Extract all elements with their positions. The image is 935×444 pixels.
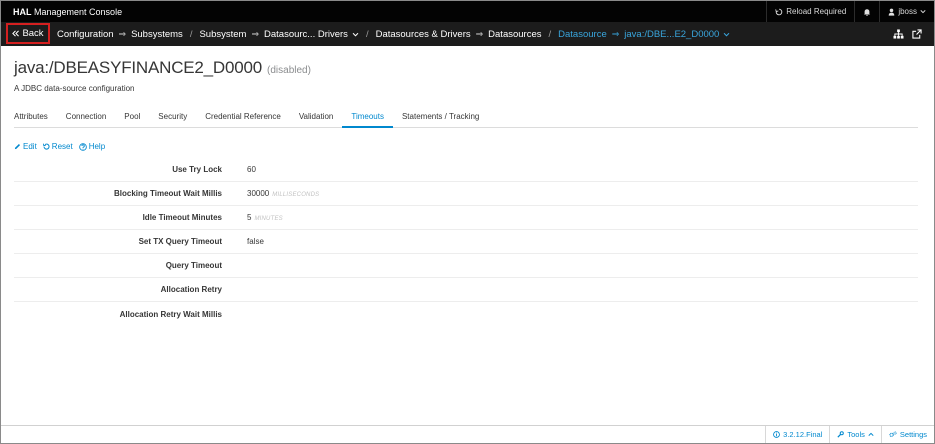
tab-bar: Attributes Connection Pool Security Cred… (14, 106, 918, 128)
attribute-label: Query Timeout (165, 261, 222, 270)
attribute-label: Allocation Retry Wait Millis (119, 309, 222, 319)
crumb-datasource[interactable]: Datasource (558, 29, 607, 40)
attribute-value: 60 (247, 165, 256, 174)
user-menu[interactable]: jboss (879, 1, 934, 22)
cogs-icon (889, 431, 897, 438)
crumb-subsystems[interactable]: Subsystems (131, 29, 183, 40)
help-label: Help (88, 142, 106, 151)
chevron-down-icon (723, 32, 730, 37)
masthead: HAL Management Console Reload Required j… (1, 1, 934, 22)
reset-label: Reset (51, 142, 73, 151)
tools-label: Tools (847, 430, 865, 439)
crumb-current-datasource: java:/DBE...E2_D0000 (624, 28, 720, 40)
crumb-datasources-drivers-short: Datasourc... Drivers (264, 28, 348, 40)
external-link-icon[interactable] (912, 29, 922, 39)
tab-timeouts[interactable]: Timeouts (342, 106, 393, 128)
tab-connection[interactable]: Connection (57, 106, 115, 127)
back-label: Back (22, 28, 44, 39)
attribute-value: 5 (247, 213, 252, 222)
double-chevron-left-icon (12, 30, 20, 37)
crumb-datasources[interactable]: Datasources (488, 29, 541, 40)
crumb-datasources-drivers-dropdown[interactable]: Datasourc... Drivers (264, 29, 359, 40)
user-icon (888, 8, 895, 16)
tab-statements-tracking[interactable]: Statements / Tracking (393, 106, 488, 127)
wrench-icon (837, 431, 845, 438)
arrow-right-icon: ⇒ (251, 28, 259, 39)
arrow-right-icon: ⇒ (475, 28, 484, 39)
tab-pool[interactable]: Pool (115, 106, 149, 127)
bell-icon (863, 8, 871, 16)
chevron-up-icon (868, 432, 874, 437)
attribute-row: Allocation Retry (14, 278, 918, 302)
edit-label: Edit (23, 142, 37, 151)
attribute-row: Blocking Timeout Wait Millis 30000 MILLI… (14, 182, 918, 206)
breadcrumb-separator: / (365, 28, 369, 40)
version-label: 3.2.12.Final (783, 430, 823, 439)
attribute-row: Allocation Retry Wait Millis (14, 302, 918, 326)
tab-security[interactable]: Security (149, 106, 196, 127)
breadcrumb-separator: / (548, 28, 552, 40)
attribute-value: 30000 (247, 189, 270, 198)
attribute-unit: MILLISECONDS (272, 192, 320, 198)
page-description: A JDBC data-source configuration (14, 84, 135, 93)
version-link[interactable]: 3.2.12.Final (765, 426, 829, 443)
brand-rest: Management Console (34, 6, 123, 17)
attribute-row: Query Timeout (14, 254, 918, 278)
footer: 3.2.12.Final Tools Settings (1, 425, 934, 443)
user-label: jboss (898, 7, 917, 16)
crumb-datasources-drivers[interactable]: Datasources & Drivers (376, 29, 471, 40)
breadcrumb-separator: / (189, 28, 193, 40)
undo-icon (42, 143, 50, 150)
brand-bold: HAL (13, 6, 32, 17)
attribute-label: Idle Timeout Minutes (142, 213, 222, 222)
tools-menu[interactable]: Tools (829, 426, 881, 443)
help-circle-icon (78, 142, 87, 151)
attribute-label: Allocation Retry (160, 285, 222, 294)
crumb-configuration[interactable]: Configuration (57, 29, 114, 40)
breadcrumb: Configuration ⇒ Subsystems / Subsystem ⇒… (57, 22, 730, 46)
settings-link[interactable]: Settings (880, 426, 934, 443)
page-header: java:/DBEASYFINANCE2_D0000 (disabled) (14, 58, 311, 78)
crumb-subsystem[interactable]: Subsystem (199, 29, 246, 40)
reload-label: Reload Required (786, 7, 847, 16)
pencil-icon (14, 143, 21, 150)
edit-link[interactable]: Edit (14, 142, 37, 151)
attribute-list: Use Try Lock 60 Blocking Timeout Wait Mi… (14, 158, 918, 326)
chevron-down-icon (352, 32, 359, 37)
help-link[interactable]: Help (78, 142, 106, 151)
arrow-right-icon: ⇒ (118, 28, 127, 39)
attribute-label: Blocking Timeout Wait Millis (113, 189, 222, 198)
tab-credential-reference[interactable]: Credential Reference (196, 106, 290, 127)
sitemap-icon[interactable] (893, 29, 904, 39)
reset-link[interactable]: Reset (42, 142, 73, 151)
back-button[interactable]: Back (6, 23, 50, 44)
arrow-right-icon: ⇒ (611, 28, 620, 39)
settings-label: Settings (899, 430, 927, 439)
notifications-button[interactable] (854, 1, 879, 22)
brand[interactable]: HAL Management Console (13, 7, 122, 17)
reload-icon (775, 8, 783, 16)
form-actions: Edit Reset Help (14, 142, 105, 151)
attribute-label: Set TX Query Timeout (138, 237, 222, 246)
breadcrumb-bar: Back Configuration ⇒ Subsystems / Subsys… (1, 22, 934, 46)
tab-attributes[interactable]: Attributes (14, 106, 57, 127)
attribute-value: false (247, 237, 264, 246)
attribute-unit: MINUTES (254, 216, 283, 222)
attribute-label: Use Try Lock (172, 165, 222, 174)
attribute-row: Idle Timeout Minutes 5 MINUTES (14, 206, 918, 230)
crumb-current-datasource-dropdown[interactable]: java:/DBE...E2_D0000 (624, 29, 730, 40)
attribute-row: Use Try Lock 60 (14, 158, 918, 182)
reload-required-button[interactable]: Reload Required (766, 1, 854, 22)
tab-validation[interactable]: Validation (290, 106, 343, 127)
page-title: java:/DBEASYFINANCE2_D0000 (14, 58, 263, 77)
status-label: (disabled) (267, 65, 311, 76)
info-circle-icon (773, 431, 781, 438)
attribute-row: Set TX Query Timeout false (14, 230, 918, 254)
chevron-down-icon (920, 9, 926, 14)
